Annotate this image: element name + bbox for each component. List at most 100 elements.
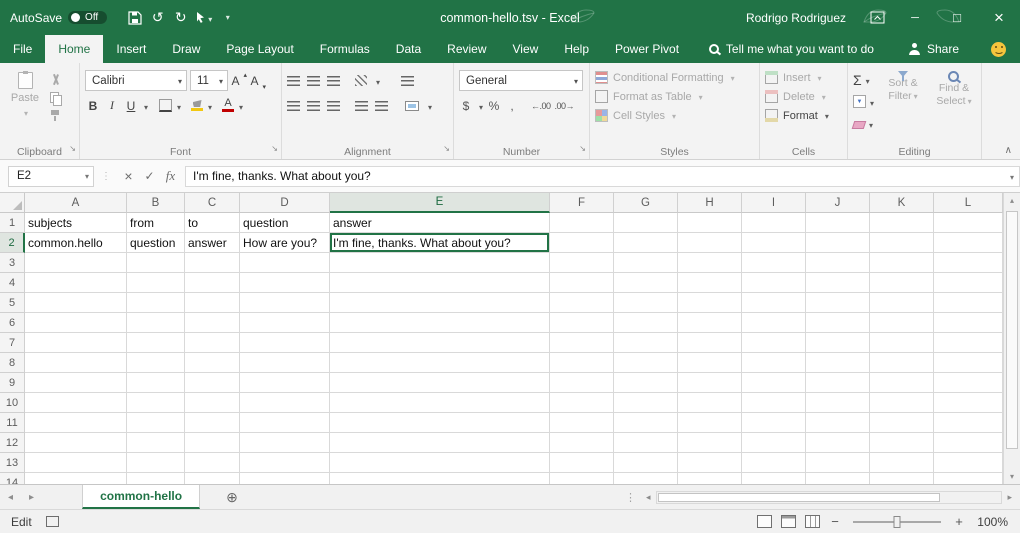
insert-function-button[interactable]: fx <box>160 168 181 184</box>
conditional-formatting-button[interactable]: Conditional Formatting <box>595 68 754 87</box>
cell-A4[interactable] <box>25 273 127 293</box>
align-right-icon[interactable] <box>327 101 340 111</box>
cell-G13[interactable] <box>614 453 678 473</box>
cell-A6[interactable] <box>25 313 127 333</box>
font-color-chevron-icon[interactable] <box>237 97 243 115</box>
minimize-button[interactable] <box>894 0 936 35</box>
scroll-right-icon[interactable] <box>1004 492 1015 503</box>
cell-A10[interactable] <box>25 393 127 413</box>
delete-button[interactable]: Delete <box>765 87 842 106</box>
cell-A5[interactable] <box>25 293 127 313</box>
cell-B11[interactable] <box>127 413 185 433</box>
cell-C8[interactable] <box>185 353 240 373</box>
cell-K11[interactable] <box>870 413 934 433</box>
cell-I1[interactable] <box>742 213 806 233</box>
cancel-entry-button[interactable] <box>118 168 139 184</box>
cell-A9[interactable] <box>25 373 127 393</box>
cell-F10[interactable] <box>550 393 614 413</box>
cell-C2[interactable]: answer <box>185 233 240 253</box>
cell-G12[interactable] <box>614 433 678 453</box>
cell-C13[interactable] <box>185 453 240 473</box>
row-header-10[interactable]: 10 <box>0 393 25 413</box>
cell-I2[interactable] <box>742 233 806 253</box>
previous-sheet-icon[interactable] <box>0 492 21 503</box>
comma-style-button[interactable]: , <box>505 99 519 113</box>
account-name[interactable]: Rodrigo Rodriguez <box>746 11 846 25</box>
cell-G1[interactable] <box>614 213 678 233</box>
cell-B4[interactable] <box>127 273 185 293</box>
align-bottom-icon[interactable] <box>327 76 340 86</box>
cell-L14[interactable] <box>934 473 1003 484</box>
row-header-13[interactable]: 13 <box>0 453 25 473</box>
close-button[interactable] <box>978 0 1020 35</box>
normal-view-icon[interactable] <box>757 515 772 528</box>
scroll-down-icon[interactable] <box>1004 472 1020 481</box>
column-header-G[interactable]: G <box>614 193 678 213</box>
cell-E14[interactable] <box>330 473 550 484</box>
cell-I14[interactable] <box>742 473 806 484</box>
format-button[interactable]: Format <box>765 106 842 125</box>
cell-G7[interactable] <box>614 333 678 353</box>
cell-F14[interactable] <box>550 473 614 484</box>
cell-J4[interactable] <box>806 273 870 293</box>
cell-J7[interactable] <box>806 333 870 353</box>
cell-G4[interactable] <box>614 273 678 293</box>
cell-A11[interactable] <box>25 413 127 433</box>
bold-button[interactable]: B <box>85 99 101 113</box>
cell-H14[interactable] <box>678 473 742 484</box>
cell-H10[interactable] <box>678 393 742 413</box>
cell-C7[interactable] <box>185 333 240 353</box>
row-header-6[interactable]: 6 <box>0 313 25 333</box>
cell-L1[interactable] <box>934 213 1003 233</box>
zoom-in-button[interactable]: + <box>953 514 965 529</box>
format-painter-icon[interactable] <box>50 110 60 122</box>
cell-I11[interactable] <box>742 413 806 433</box>
row-header-7[interactable]: 7 <box>0 333 25 353</box>
copy-icon[interactable] <box>50 92 62 104</box>
cell-E9[interactable] <box>330 373 550 393</box>
collapse-ribbon-button[interactable] <box>1005 140 1012 158</box>
cell-K2[interactable] <box>870 233 934 253</box>
cell-styles-button[interactable]: Cell Styles <box>595 106 754 125</box>
tab-data[interactable]: Data <box>383 35 434 63</box>
cell-L3[interactable] <box>934 253 1003 273</box>
cell-L4[interactable] <box>934 273 1003 293</box>
cell-I5[interactable] <box>742 293 806 313</box>
cell-K9[interactable] <box>870 373 934 393</box>
cell-C3[interactable] <box>185 253 240 273</box>
cell-D3[interactable] <box>240 253 330 273</box>
cell-E6[interactable] <box>330 313 550 333</box>
cell-B10[interactable] <box>127 393 185 413</box>
cell-C14[interactable] <box>185 473 240 484</box>
cell-F12[interactable] <box>550 433 614 453</box>
scroll-left-icon[interactable] <box>643 492 654 503</box>
cell-A1[interactable]: subjects <box>25 213 127 233</box>
page-break-view-icon[interactable] <box>805 515 820 528</box>
cell-K12[interactable] <box>870 433 934 453</box>
column-header-L[interactable]: L <box>934 193 1003 213</box>
formula-bar-drag-handle[interactable] <box>94 171 118 182</box>
cell-J11[interactable] <box>806 413 870 433</box>
save-button[interactable] <box>123 5 146 31</box>
tab-power-pivot[interactable]: Power Pivot <box>602 35 692 63</box>
cell-J8[interactable] <box>806 353 870 373</box>
accounting-chevron-icon[interactable] <box>477 97 483 115</box>
touch-mode-button[interactable] <box>192 5 215 31</box>
font-name-combo[interactable]: Calibri <box>85 70 187 91</box>
tab-review[interactable]: Review <box>434 35 499 63</box>
cell-B8[interactable] <box>127 353 185 373</box>
cell-K1[interactable] <box>870 213 934 233</box>
align-middle-icon[interactable] <box>307 76 320 86</box>
horizontal-scrollbar-track[interactable] <box>656 491 1003 504</box>
autosave-toggle[interactable]: AutoSave Off <box>10 11 107 25</box>
font-size-combo[interactable]: 11 <box>190 70 228 91</box>
cell-J13[interactable] <box>806 453 870 473</box>
cell-J5[interactable] <box>806 293 870 313</box>
row-header-1[interactable]: 1 <box>0 213 25 233</box>
row-header-4[interactable]: 4 <box>0 273 25 293</box>
formula-input[interactable]: I'm fine, thanks. What about you? <box>185 166 1020 187</box>
cell-J2[interactable] <box>806 233 870 253</box>
increase-font-size-button[interactable]: A <box>231 74 247 88</box>
find-select-button[interactable]: Find & Select <box>932 68 976 143</box>
decrease-font-size-button[interactable]: A <box>250 74 266 88</box>
